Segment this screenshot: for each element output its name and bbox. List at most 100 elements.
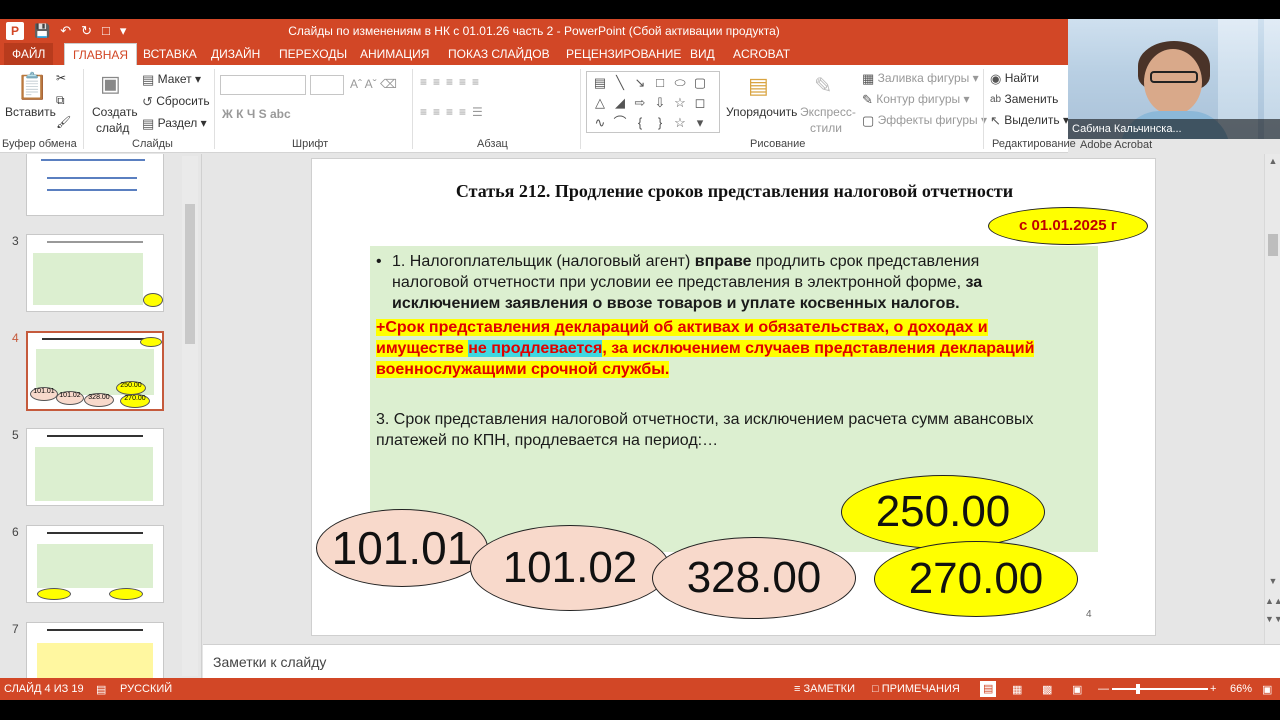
new-slide-icon[interactable]: ▣ — [100, 71, 121, 97]
zoom-out-icon[interactable]: — — [1098, 683, 1109, 695]
font-grow-shrink-icons[interactable]: Aˆ Aˇ ⌫ — [350, 77, 397, 91]
list-buttons[interactable]: ≡≡≡≡≡ — [420, 75, 485, 89]
editor-vertical-scrollbar[interactable]: ▲ ▼ ▲▲ ▼▼ — [1264, 154, 1280, 644]
arrange-icon[interactable]: ▤ — [748, 73, 769, 99]
shape-outline-button[interactable]: ✎ Контур фигуры ▾ — [862, 92, 970, 108]
section-button[interactable]: ▤ Раздел ▾ — [142, 116, 207, 132]
language-indicator[interactable]: РУССКИЙ — [120, 683, 172, 695]
rounded-rect-shape-icon[interactable]: ▢ — [690, 73, 710, 93]
normal-view-icon[interactable]: ▤ — [980, 681, 997, 697]
line-shape-icon[interactable]: ╲ — [610, 73, 630, 93]
rectangle-shape-icon[interactable]: □ — [650, 73, 670, 93]
star-small-shape-icon[interactable]: ☆ — [670, 113, 690, 133]
tab-home[interactable]: ГЛАВНАЯ — [64, 43, 138, 65]
tab-acrobat[interactable]: ACROBAT — [725, 43, 798, 65]
slide-thumbnail-4-selected[interactable]: 101.01 101.02 328.00 250.00 270.00 — [26, 331, 164, 411]
find-button[interactable]: ◉ Найти — [990, 71, 1039, 87]
new-slide-button-line2[interactable]: слайд — [96, 121, 129, 135]
quick-styles-button-line1[interactable]: Экспресс- — [800, 105, 856, 119]
tab-review[interactable]: РЕЦЕНЗИРОВАНИЕ — [558, 43, 689, 65]
shape-fill-button[interactable]: ▦ Заливка фигуры ▾ — [862, 71, 979, 87]
tab-slideshow[interactable]: ПОКАЗ СЛАЙДОВ — [440, 43, 558, 65]
oval-shape-icon[interactable]: ⬭ — [670, 73, 690, 93]
code-ellipse-270-00[interactable]: 270.00 — [874, 541, 1078, 617]
align-buttons[interactable]: ≡≡≡≡☰ — [420, 105, 489, 119]
replace-button[interactable]: ab Заменить — [990, 92, 1058, 106]
reading-view-icon[interactable]: ▩ — [1042, 683, 1052, 696]
right-brace-shape-icon[interactable]: } — [650, 113, 670, 133]
reset-label: Сбросить — [156, 94, 210, 109]
tab-insert[interactable]: ВСТАВКА — [135, 43, 205, 65]
tab-design[interactable]: ДИЗАЙН — [203, 43, 268, 65]
code-ellipse-328-00[interactable]: 328.00 — [652, 537, 856, 619]
copy-icon[interactable]: ⧉ — [56, 93, 65, 108]
textbox-shape-icon[interactable]: ▤ — [590, 73, 610, 93]
paragraph-3[interactable]: 3. Срок представления налоговой отчетнос… — [376, 409, 1096, 451]
slide-thumbnail-5[interactable] — [26, 428, 164, 506]
arrow-down-shape-icon[interactable]: ⇩ — [650, 93, 670, 113]
slide-thumbnails-pane[interactable]: 3 4 101.01 101.02 328.00 250.00 270.00 5… — [0, 154, 202, 678]
next-slide-icon[interactable]: ▼▼ — [1265, 614, 1280, 624]
code-ellipse-101-01[interactable]: 101.01 — [316, 509, 488, 587]
slide-title[interactable]: Статья 212. Продление сроков представлен… — [312, 181, 1155, 202]
shapes-gallery[interactable]: ▤ ╲ ↘ □ ⬭ ▢ △ ◢ ⇨ ⇩ ☆ ◻ ∿ ⌒ { } ☆ ▾ — [586, 71, 720, 133]
slide-thumbnail-3[interactable] — [26, 234, 164, 312]
tab-view[interactable]: ВИД — [682, 43, 723, 65]
notes-toggle[interactable]: ≡ ЗАМЕТКИ — [794, 683, 855, 695]
font-style-buttons[interactable]: Ж К Ч S abc — [222, 107, 291, 121]
previous-slide-icon[interactable]: ▲▲ — [1265, 596, 1280, 606]
fit-to-window-icon[interactable]: ▣ — [1262, 683, 1272, 696]
tab-transitions[interactable]: ПЕРЕХОДЫ — [271, 43, 355, 65]
scroll-up-icon[interactable]: ▲ — [1265, 156, 1280, 166]
effective-date-badge[interactable]: с 01.01.2025 г — [988, 207, 1148, 245]
reset-button[interactable]: ↺ Сбросить — [142, 94, 210, 110]
scroll-down-icon[interactable]: ▼ — [1265, 576, 1280, 586]
paragraph-red-note[interactable]: +Срок представления деклараций об актива… — [376, 317, 1076, 380]
zoom-in-icon[interactable]: + — [1210, 683, 1216, 695]
comments-toggle[interactable]: □ ПРИМЕЧАНИЯ — [872, 683, 960, 695]
new-slide-button-line1[interactable]: Создать — [92, 105, 138, 119]
tab-animation[interactable]: АНИМАЦИЯ — [352, 43, 437, 65]
tab-file[interactable]: ФАЙЛ — [4, 43, 54, 65]
shape-effects-button[interactable]: ▢ Эффекты фигуры ▾ — [862, 113, 987, 129]
right-triangle-shape-icon[interactable]: ◢ — [610, 93, 630, 113]
left-brace-shape-icon[interactable]: { — [630, 113, 650, 133]
arrow-right-shape-icon[interactable]: ⇨ — [630, 93, 650, 113]
cut-icon[interactable]: ✂ — [56, 71, 66, 85]
select-button[interactable]: ↖ Выделить ▾ — [990, 113, 1069, 129]
code-ellipse-250-00[interactable]: 250.00 — [841, 475, 1045, 549]
arrow-line-shape-icon[interactable]: ↘ — [630, 73, 650, 93]
slide-notes-field[interactable]: Заметки к слайду — [203, 644, 1280, 678]
slide-thumbnail-6[interactable] — [26, 525, 164, 603]
more-shapes-icon[interactable]: ▾ — [690, 113, 710, 133]
thumbnails-scrollbar[interactable] — [182, 156, 198, 676]
slideshow-view-icon[interactable]: ▣ — [1072, 683, 1082, 696]
triangle-shape-icon[interactable]: △ — [590, 93, 610, 113]
arrange-button[interactable]: Упорядочить — [726, 105, 797, 119]
shape-outline-label: Контур фигуры — [876, 92, 961, 107]
font-size-combo[interactable] — [310, 75, 344, 95]
arc-shape-icon[interactable]: ⌒ — [610, 113, 630, 133]
zoom-level[interactable]: 66% — [1230, 683, 1252, 695]
star-shape-icon[interactable]: ☆ — [670, 93, 690, 113]
slide-thumbnail-2[interactable] — [26, 154, 164, 216]
paste-icon[interactable]: 📋 — [16, 71, 48, 102]
zoom-slider-track[interactable] — [1112, 688, 1208, 690]
slide-thumbnail-7[interactable] — [26, 622, 164, 678]
curve-shape-icon[interactable]: ∿ — [590, 113, 610, 133]
quick-styles-icon[interactable]: ✎ — [814, 73, 832, 99]
spellcheck-icon[interactable]: ▤ — [96, 683, 106, 696]
format-painter-icon[interactable]: 🖌 — [56, 115, 71, 129]
code-ellipse-101-02[interactable]: 101.02 — [470, 525, 670, 611]
font-name-combo[interactable] — [220, 75, 306, 95]
slide-sorter-view-icon[interactable]: ▦ — [1012, 683, 1022, 696]
brace-shape-icon[interactable]: ◻ — [690, 93, 710, 113]
editor-scroll-thumb[interactable] — [1268, 234, 1278, 256]
quick-styles-button-line2[interactable]: стили — [810, 121, 842, 135]
layout-button[interactable]: ▤ Макет ▾ — [142, 72, 201, 88]
paste-button[interactable]: Вставить — [5, 105, 56, 119]
slide-canvas[interactable]: Статья 212. Продление сроков представлен… — [311, 158, 1156, 636]
zoom-slider-handle[interactable] — [1136, 684, 1140, 694]
paragraph-1[interactable]: • 1. Налогоплательщик (налоговый агент) … — [376, 251, 1036, 314]
thumbnails-scroll-thumb[interactable] — [185, 204, 195, 344]
